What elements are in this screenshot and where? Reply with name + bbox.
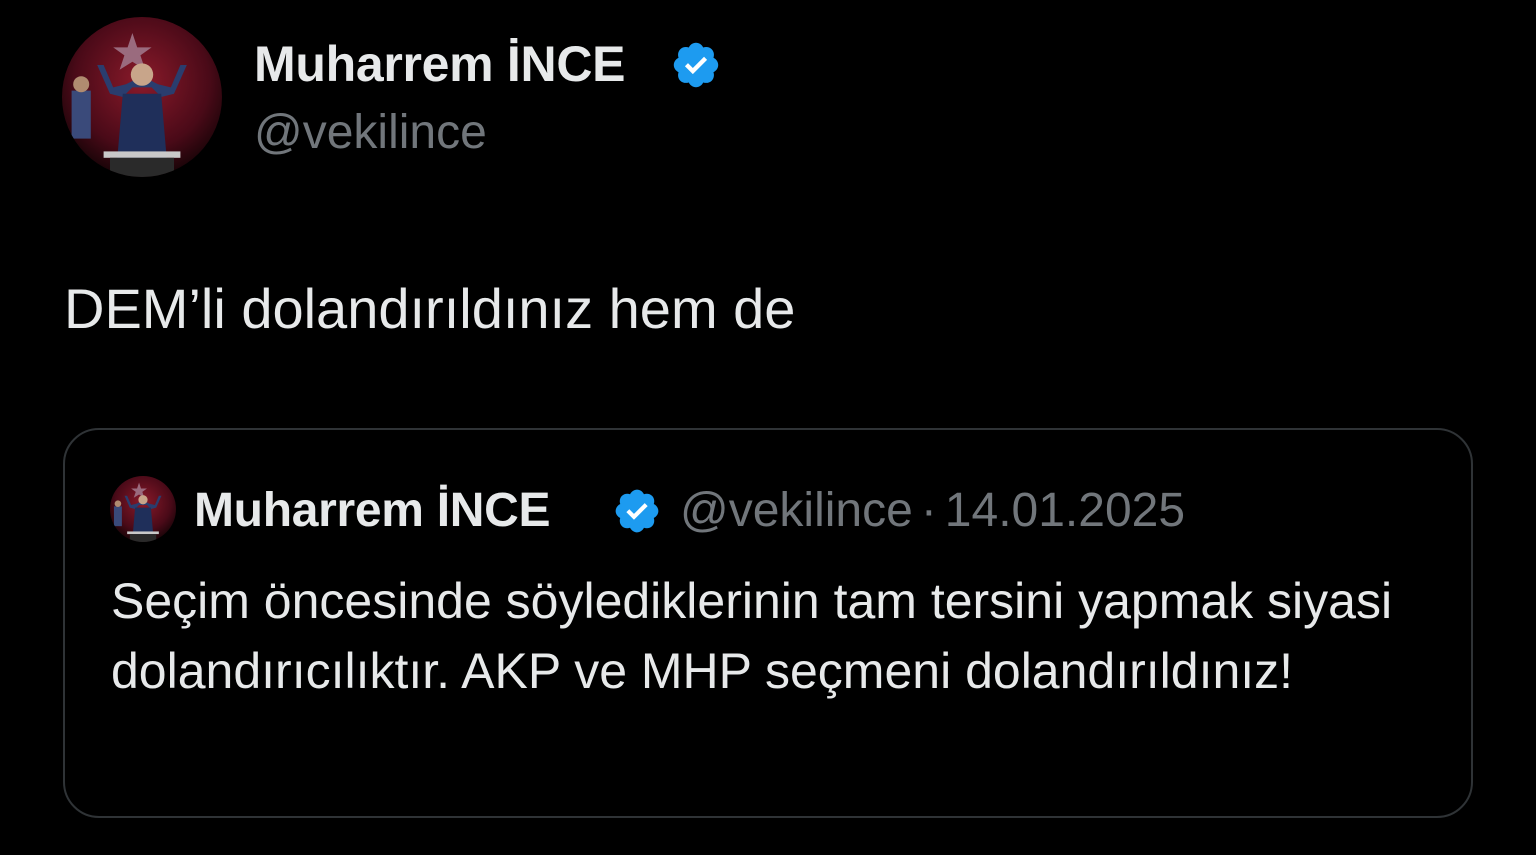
meta-separator: · [920, 484, 937, 537]
author-handle[interactable]: @vekilince [254, 104, 487, 162]
quoted-tweet-date[interactable]: 14.01.2025 [945, 484, 1185, 537]
avatar-photo-icon [110, 476, 176, 542]
quoted-author-avatar[interactable] [110, 476, 176, 542]
quoted-tweet-text: Seçim öncesinde söylediklerinin tam ters… [111, 573, 1393, 699]
avatar-photo-icon [62, 17, 222, 177]
tweet-container: Muharrem İNCE @vekilince DEM’li dolandır… [0, 0, 1536, 855]
quoted-author-name[interactable]: Muharrem İNCE [194, 482, 550, 540]
tweet-text: DEM’li dolandırıldınız hem de [64, 277, 796, 340]
quoted-author-handle[interactable]: @vekilince [680, 484, 913, 537]
author-avatar[interactable] [62, 17, 222, 177]
verified-badge-icon [670, 39, 722, 91]
verified-badge-icon [612, 486, 662, 536]
quoted-tweet-meta: @vekilince · 14.01.2025 [680, 482, 1185, 540]
author-name[interactable]: Muharrem İNCE [254, 34, 625, 94]
